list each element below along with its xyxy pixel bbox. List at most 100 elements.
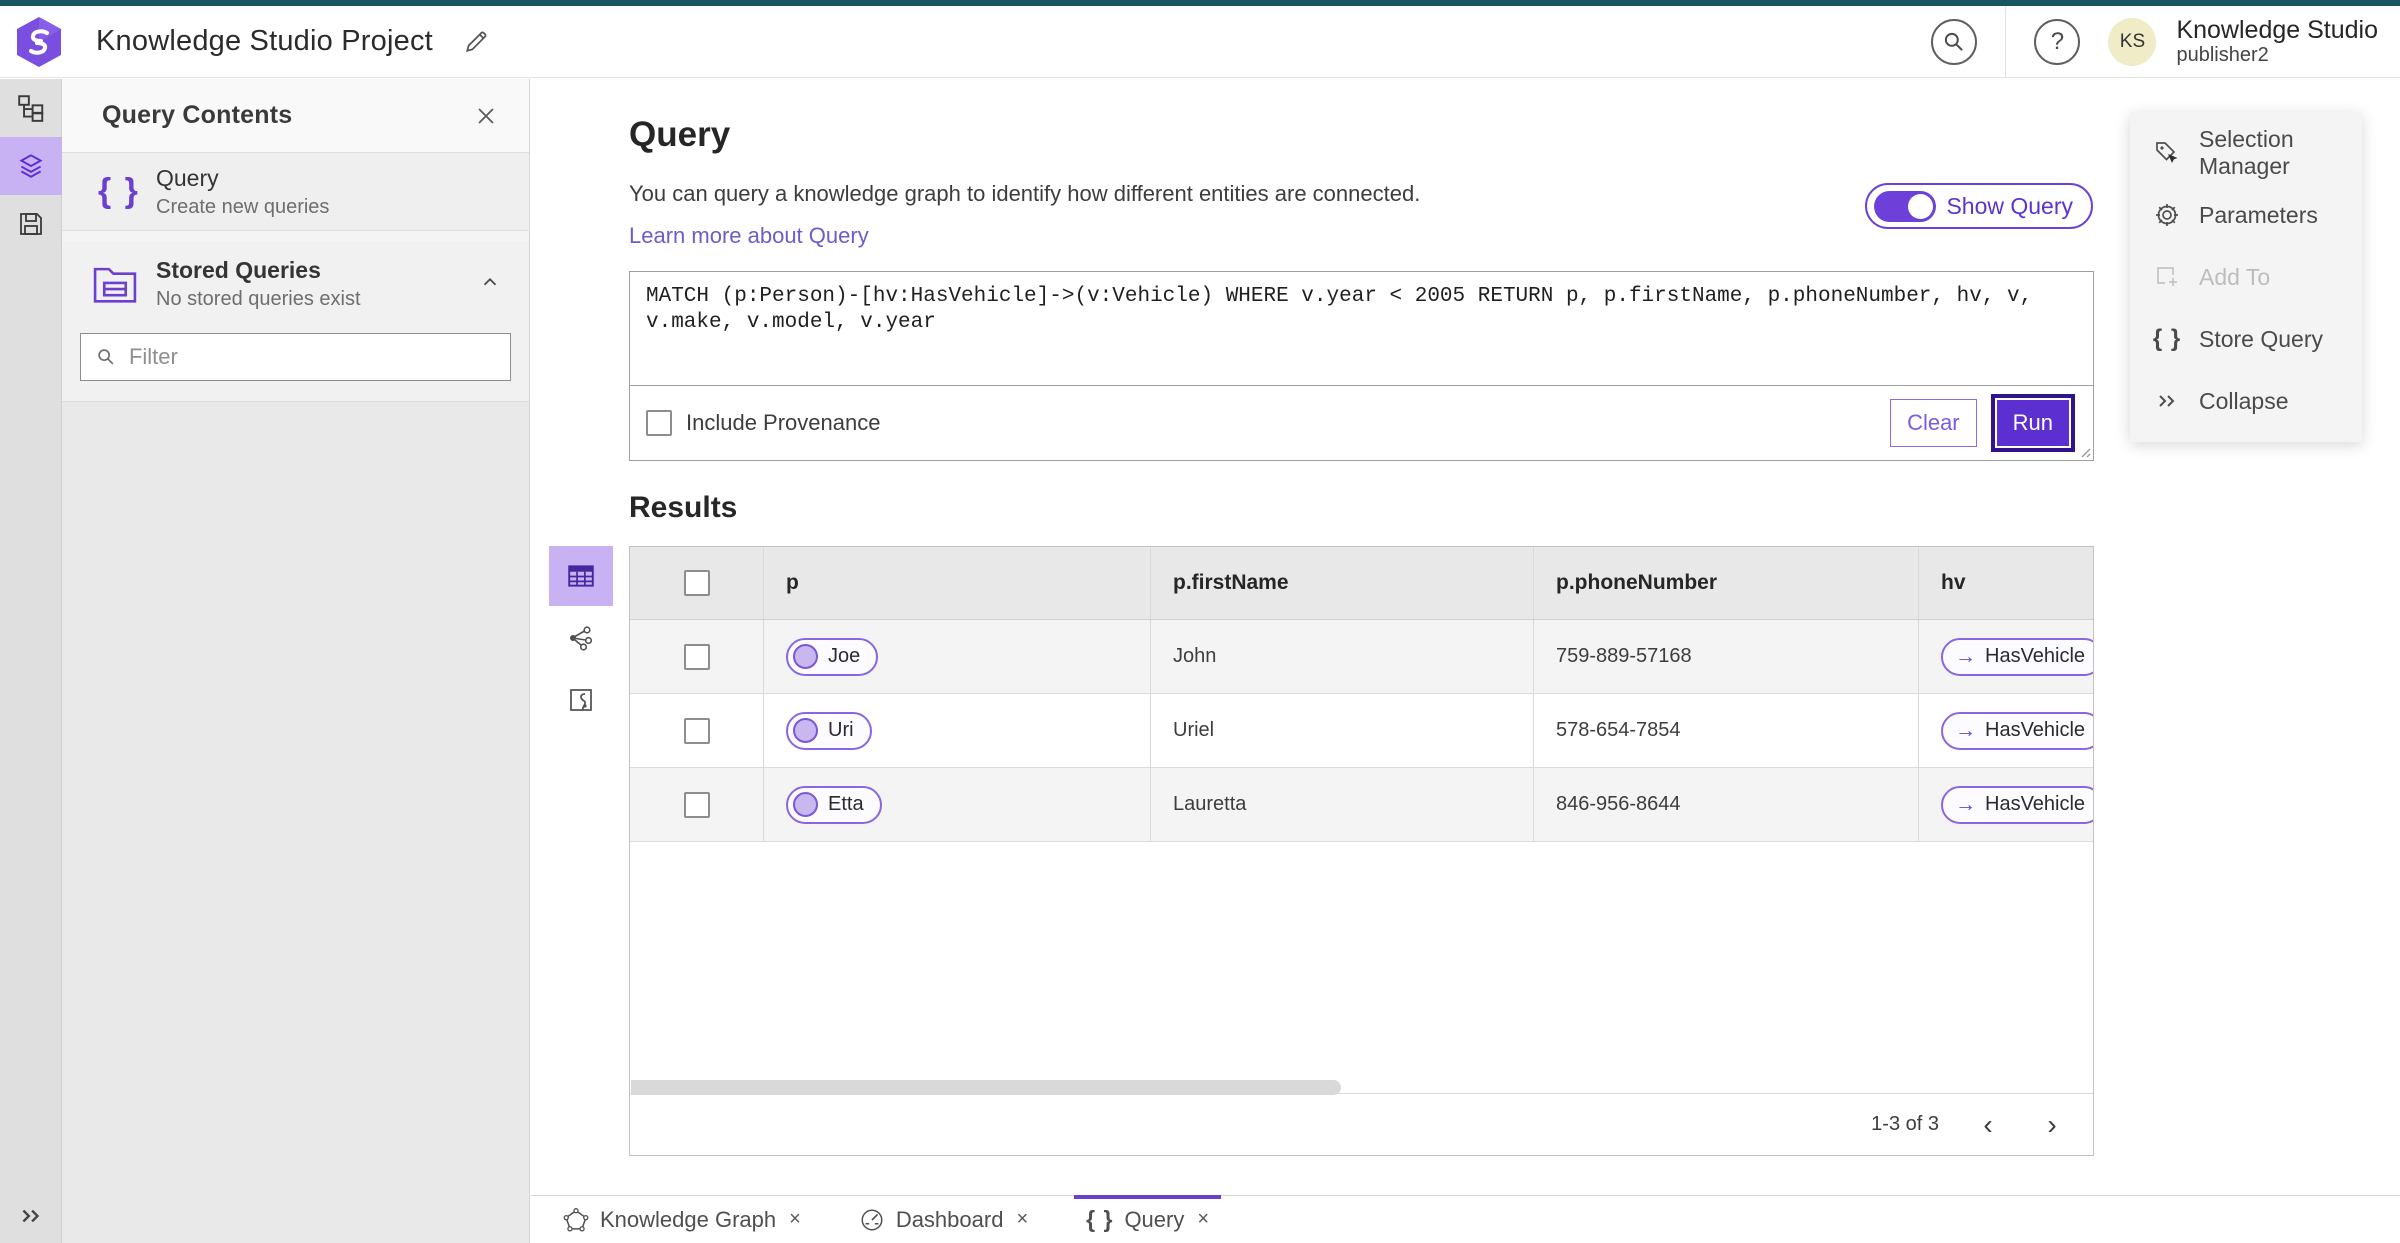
product-name: Knowledge Studio [2176, 15, 2378, 44]
tool-parameters[interactable]: Parameters [2130, 184, 2362, 246]
select-all-checkbox[interactable] [683, 570, 710, 596]
header-checkbox-cell [630, 547, 763, 619]
cell-hv: → HasVehicle [1918, 768, 2093, 841]
search-icon [1945, 32, 1964, 51]
view-table-button[interactable] [549, 546, 613, 606]
cell-phonenumber: 759-889-57168 [1533, 620, 1918, 693]
query-item-text: Query Create new queries [156, 165, 329, 219]
tab-knowledge-graph[interactable]: Knowledge Graph × [545, 1196, 819, 1243]
column-header-phonenumber[interactable]: p.phoneNumber [1533, 547, 1918, 619]
results-view-switcher [549, 546, 613, 732]
column-header-firstname[interactable]: p.firstName [1150, 547, 1533, 619]
tool-store-query[interactable]: { } Store Query [2130, 308, 2362, 370]
rail-item-query[interactable] [0, 137, 62, 195]
close-icon [478, 107, 494, 124]
main-content: Query You can query a knowledge graph to… [531, 79, 2400, 1195]
avatar[interactable]: KS [2108, 17, 2157, 66]
column-header-p[interactable]: p [763, 547, 1150, 619]
table-row[interactable]: Uri Uriel 578-654-7854 → HasVehicle [630, 694, 2093, 768]
page-title: Query [629, 115, 731, 154]
include-provenance-label: Include Provenance [686, 410, 881, 435]
chevron-up-icon [483, 277, 497, 285]
stored-queries-collapse-button[interactable] [479, 271, 501, 298]
table-pagination: 1-3 of 3 ‹ › [630, 1093, 2093, 1155]
row-checkbox[interactable] [683, 791, 710, 818]
query-description: You can query a knowledge graph to ident… [629, 181, 1421, 206]
rail-expand-button[interactable] [0, 1203, 62, 1229]
braces-icon: { } [98, 172, 140, 210]
user-name: publisher2 [2176, 44, 2269, 67]
query-contents-panel: Query Contents { } Query Create new quer… [62, 79, 530, 1243]
topbar: Knowledge Studio Project ? KS Knowledge … [0, 5, 2400, 78]
double-chevron-right-icon [2152, 389, 2182, 413]
entity-pill[interactable]: Etta [786, 785, 882, 824]
node-icon [793, 792, 818, 817]
braces-icon: { } [2152, 325, 2182, 352]
arrow-right-icon: → [1955, 792, 1976, 816]
braces-icon: { } [1086, 1206, 1114, 1232]
tool-label: Store Query [2199, 325, 2323, 352]
tab-dashboard[interactable]: Dashboard × [841, 1196, 1046, 1243]
row-checkbox[interactable] [683, 643, 710, 670]
edge-pill-label: HasVehicle [1985, 793, 2086, 815]
app-logo-icon[interactable] [14, 15, 64, 69]
table-row[interactable]: Etta Lauretta 846-956-8644 → HasVehicle [630, 768, 2093, 842]
cell-phonenumber: 846-956-8644 [1533, 768, 1918, 841]
help-button[interactable]: ? [2034, 18, 2081, 65]
column-header-hv[interactable]: hv [1918, 547, 2093, 619]
edge-pill[interactable]: → HasVehicle [1941, 711, 2093, 750]
show-query-toggle[interactable]: Show Query [1865, 183, 2093, 229]
hierarchy-icon [18, 95, 44, 122]
panel-close-button[interactable] [471, 101, 501, 131]
clear-button[interactable]: Clear [1890, 399, 1977, 447]
tab-query[interactable]: { } Query × [1068, 1194, 1227, 1243]
rail-item-save[interactable] [0, 195, 62, 253]
include-provenance-checkbox[interactable] [646, 410, 672, 436]
rail-item-knowledge-graph[interactable] [0, 79, 62, 137]
search-button[interactable] [1931, 18, 1978, 65]
edge-pill[interactable]: → HasVehicle [1941, 637, 2093, 676]
layers-icon [19, 154, 43, 178]
cell-phonenumber: 578-654-7854 [1533, 694, 1918, 767]
tools-panel: Selection Manager Parameters Add To {} … [2130, 112, 2362, 442]
view-graph-button[interactable] [549, 608, 613, 668]
query-item-subtitle: Create new queries [156, 195, 330, 218]
tab-close-icon[interactable]: × [789, 1208, 801, 1231]
tool-label: Collapse [2199, 387, 2289, 414]
query-item[interactable]: { } Query Create new queries [62, 153, 529, 231]
entity-pill-label: Etta [828, 793, 864, 815]
double-chevron-right-icon [22, 1209, 40, 1223]
filter-section [62, 321, 529, 402]
row-checkbox[interactable] [683, 717, 710, 744]
folder-icon [93, 268, 137, 303]
panel-title: Query Contents [102, 101, 293, 129]
pagination-next-button[interactable]: › [2037, 1110, 2067, 1140]
search-icon [98, 349, 114, 365]
edge-pill[interactable]: → HasVehicle [1941, 785, 2093, 824]
query-editor[interactable]: MATCH (p:Person)-[hv:HasVehicle]->(v:Veh… [630, 272, 2093, 386]
learn-more-link[interactable]: Learn more about Query [629, 223, 869, 249]
tab-close-icon[interactable]: × [1016, 1208, 1028, 1231]
entity-pill[interactable]: Uri [786, 711, 872, 750]
edit-title-button[interactable] [459, 25, 493, 59]
tool-label: Selection Manager [2199, 126, 2294, 179]
row-checkbox-cell [630, 768, 763, 841]
pencil-icon [465, 31, 487, 52]
left-icon-rail [0, 79, 62, 1243]
tool-selection-manager[interactable]: Selection Manager [2130, 122, 2362, 184]
stored-queries-header[interactable]: Stored Queries No stored queries exist [62, 241, 529, 321]
filter-input[interactable] [128, 344, 496, 370]
topbar-right: ? KS Knowledge Studio publisher2 [1931, 5, 2400, 78]
tab-close-icon[interactable]: × [1197, 1208, 1209, 1231]
query-form: MATCH (p:Person)-[hv:HasVehicle]->(v:Veh… [629, 271, 2094, 461]
view-map-button[interactable] [549, 670, 613, 730]
resize-grip-icon[interactable] [2077, 444, 2091, 458]
map-icon [570, 689, 592, 711]
table-row[interactable]: Joe John 759-889-57168 → HasVehicle [630, 620, 2093, 694]
form-actions: Clear Run [1890, 394, 2075, 452]
run-button[interactable]: Run [1996, 400, 2069, 446]
entity-pill[interactable]: Joe [786, 637, 879, 676]
tool-collapse[interactable]: Collapse [2130, 370, 2362, 432]
tool-add-to: Add To [2130, 246, 2362, 308]
pagination-prev-button[interactable]: ‹ [1973, 1110, 2003, 1140]
